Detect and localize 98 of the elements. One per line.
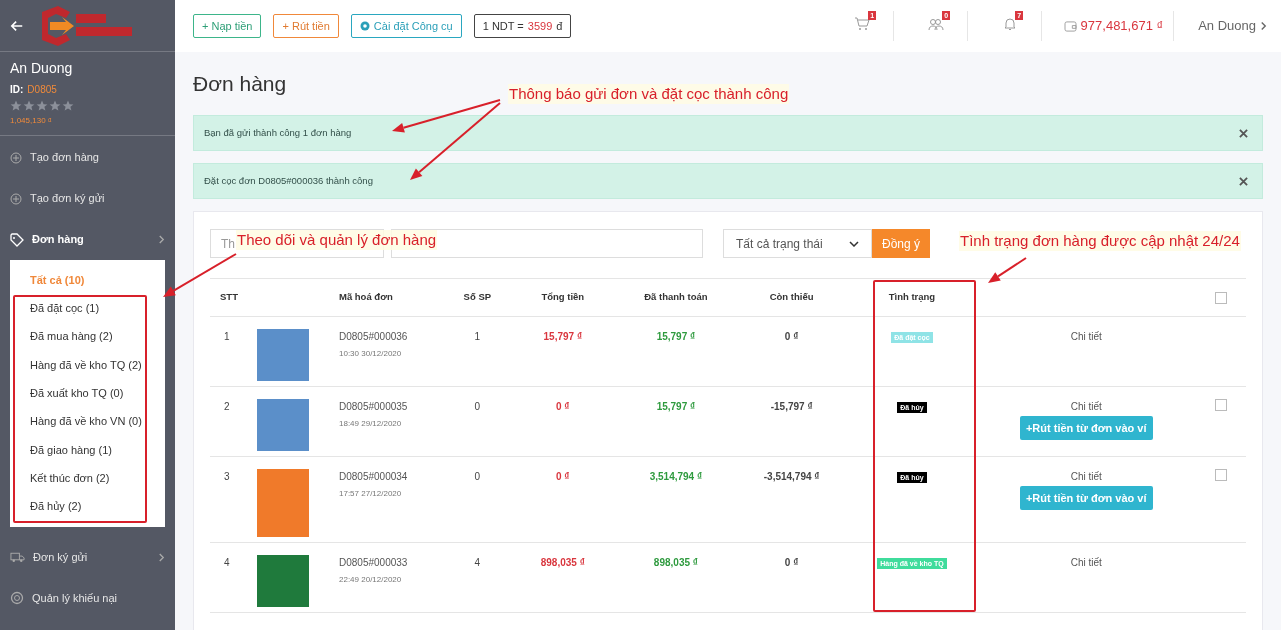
row-number: 4 xyxy=(224,557,230,568)
row-number: 2 xyxy=(224,401,230,412)
annotation-callout: Tình trạng đơn hàng được cập nhật 24/24 xyxy=(959,231,1241,251)
star-icon xyxy=(62,100,74,112)
wallet-balance[interactable]: 977,481,671 ₫ xyxy=(1053,11,1175,41)
star-icon xyxy=(10,100,22,112)
order-time: 22:49 20/12/2020 xyxy=(339,574,403,586)
status-select[interactable]: Tất cả trạng thái xyxy=(723,229,872,258)
detail-link[interactable]: Chi tiết xyxy=(975,399,1197,414)
table-cell: 4 xyxy=(474,557,481,568)
checkbox[interactable] xyxy=(1215,399,1228,411)
row-number: 3 xyxy=(224,471,230,482)
id-label: ID: xyxy=(10,83,24,97)
user-menu[interactable]: An Duong xyxy=(1186,16,1267,36)
submenu-item[interactable]: Đã hủy (2) xyxy=(10,492,165,521)
submenu-item[interactable]: Hàng đã về kho VN (0) xyxy=(10,407,165,436)
star-icon xyxy=(36,100,48,112)
photo-placeholder xyxy=(257,329,310,381)
submenu-item[interactable]: Đã mua hàng (2) xyxy=(10,322,165,351)
bell-icon[interactable] xyxy=(1003,17,1018,31)
back-arrow-icon[interactable] xyxy=(10,18,24,33)
column-header: Mã hoá đơn xyxy=(329,278,446,317)
dropdown-icon xyxy=(849,240,859,247)
order-code[interactable]: D0805#000033 xyxy=(339,555,446,570)
remaining-amount: 0 ₫ xyxy=(784,557,799,568)
sidebar-item[interactable]: Quản lý khiếu nại xyxy=(0,577,175,619)
paid-amount: 898,035 ₫ xyxy=(653,557,698,568)
chevron-icon xyxy=(1260,21,1267,31)
detail-link[interactable]: Chi tiết xyxy=(975,329,1197,344)
plus-circle-icon xyxy=(10,151,22,164)
order-code[interactable]: D0805#000034 xyxy=(339,469,446,484)
rate-value: 3599 xyxy=(527,18,553,34)
column-header: STT xyxy=(210,278,258,317)
total-amount: 0 ₫ xyxy=(556,471,570,482)
column-header: Tình trạng xyxy=(848,278,976,317)
paid-amount: 3,514,794 ₫ xyxy=(649,471,703,482)
star-icon xyxy=(49,100,61,112)
plus-circle-icon xyxy=(10,192,22,205)
sidebar-item[interactable]: Tạo đơn ký gửi xyxy=(0,178,175,219)
tag-icon xyxy=(10,232,24,247)
checkbox[interactable] xyxy=(1215,291,1228,304)
user-id: D0805 xyxy=(27,83,57,97)
column-header: Số SP xyxy=(446,278,509,317)
balance: 1,045,130 ₫ xyxy=(10,115,53,127)
table-cell: 1 xyxy=(474,331,481,342)
table-cell: 0 xyxy=(474,401,481,412)
user-name: An Duong xyxy=(10,59,74,78)
page-title: Đơn hàng xyxy=(193,71,287,97)
cart-icon[interactable] xyxy=(854,17,871,31)
detail-link[interactable]: Chi tiết xyxy=(975,469,1197,484)
checkbox[interactable] xyxy=(1215,469,1228,481)
order-time: 17:57 27/12/2020 xyxy=(339,488,403,500)
submenu-item[interactable]: Đã xuất kho TQ (0) xyxy=(10,379,165,408)
order-time: 18:49 29/12/2020 xyxy=(339,418,403,430)
total-amount: 0 ₫ xyxy=(556,401,570,412)
star-icon xyxy=(23,100,35,112)
submenu-item[interactable]: Kết thúc đơn (2) xyxy=(10,464,165,493)
paid-amount: 15,797 ₫ xyxy=(656,401,696,412)
globe-icon xyxy=(359,21,370,31)
column-header: Tổng tiền xyxy=(508,278,617,317)
submenu-item[interactable]: Hàng đã về kho TQ (2) xyxy=(10,350,165,380)
users-icon[interactable] xyxy=(928,17,945,31)
remaining-amount: -15,797 ₫ xyxy=(770,401,813,412)
photo-placeholder xyxy=(257,555,310,607)
lifebuoy-icon xyxy=(10,591,24,606)
rate-label: 1 NDT = xyxy=(482,18,524,34)
chevron-icon xyxy=(158,552,165,562)
paid-amount: 15,797 ₫ xyxy=(656,331,696,342)
submenu-item[interactable]: Đã đặt cọc (1) xyxy=(10,294,165,323)
chevron-icon xyxy=(158,235,165,244)
order-time: 10:30 30/12/2020 xyxy=(339,348,403,360)
annotation-callout: Thông báo gửi đơn và đặt cọc thành công xyxy=(508,84,790,104)
alert-message: Bạn đã gửi thành công 1 đơn hàng xyxy=(204,125,353,140)
annotation-callout: Theo dõi và quản lý đơn hàng xyxy=(236,230,438,250)
truck-icon xyxy=(10,551,25,564)
column-header: Còn thiếu xyxy=(734,278,849,317)
total-amount: 898,035 ₫ xyxy=(540,557,585,568)
sidebar-item[interactable]: Đơn ký gửi xyxy=(0,536,175,578)
sidebar-item[interactable]: Đơn hàng xyxy=(0,219,175,260)
alert-message: Đặt cọc đơn D0805#000036 thành công xyxy=(204,173,374,188)
annotation-arrow xyxy=(988,257,1027,283)
sidebar-item[interactable]: Tạo đơn hàng xyxy=(0,137,175,178)
total-amount: 15,797 ₫ xyxy=(543,331,582,342)
column-header: Đã thanh toán xyxy=(616,278,735,317)
rate-unit: đ xyxy=(556,18,563,34)
remaining-amount: -3,514,794 ₫ xyxy=(763,471,820,482)
submenu-item[interactable]: Đã giao hàng (1) xyxy=(10,435,165,465)
close-icon[interactable] xyxy=(1239,176,1248,186)
table-cell: 0 xyxy=(474,471,481,482)
row-number: 1 xyxy=(224,331,230,342)
detail-link[interactable]: Chi tiết xyxy=(975,555,1197,570)
close-icon[interactable] xyxy=(1239,128,1248,138)
photo-placeholder xyxy=(257,399,310,451)
wallet-icon xyxy=(1063,20,1077,32)
order-code[interactable]: D0805#000036 xyxy=(339,329,446,344)
remaining-amount: 0 ₫ xyxy=(784,331,799,342)
photo-placeholder xyxy=(257,469,310,537)
order-code[interactable]: D0805#000035 xyxy=(339,399,446,414)
